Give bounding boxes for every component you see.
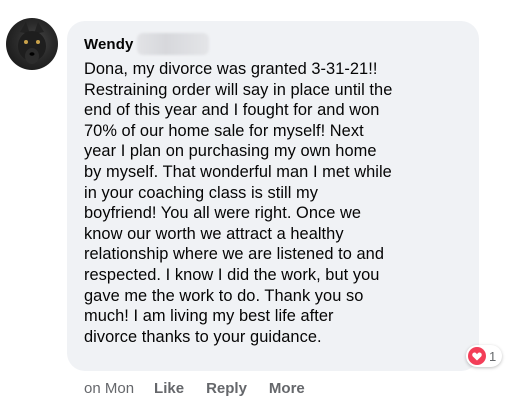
wolf-avatar-icon — [18, 22, 46, 64]
avatar[interactable] — [6, 18, 58, 70]
comment-actions: on Mon Like Reply More — [84, 380, 327, 397]
love-icon — [468, 347, 486, 365]
reaction-count: 1 — [489, 348, 497, 364]
like-button[interactable]: Like — [154, 380, 184, 397]
redacted-surname — [137, 33, 210, 55]
comment-text: Dona, my divorce was granted 3-31-21!! R… — [84, 60, 393, 346]
reply-button[interactable]: Reply — [206, 380, 247, 397]
timestamp[interactable]: on Mon — [84, 380, 134, 397]
author-name[interactable]: Wendy — [84, 36, 133, 53]
comment-header: Wendy — [84, 33, 465, 55]
reaction-summary[interactable]: 1 — [466, 345, 503, 367]
more-button[interactable]: More — [269, 380, 305, 397]
comment-bubble: Wendy Dona, my divorce was granted 3-31-… — [67, 21, 479, 371]
